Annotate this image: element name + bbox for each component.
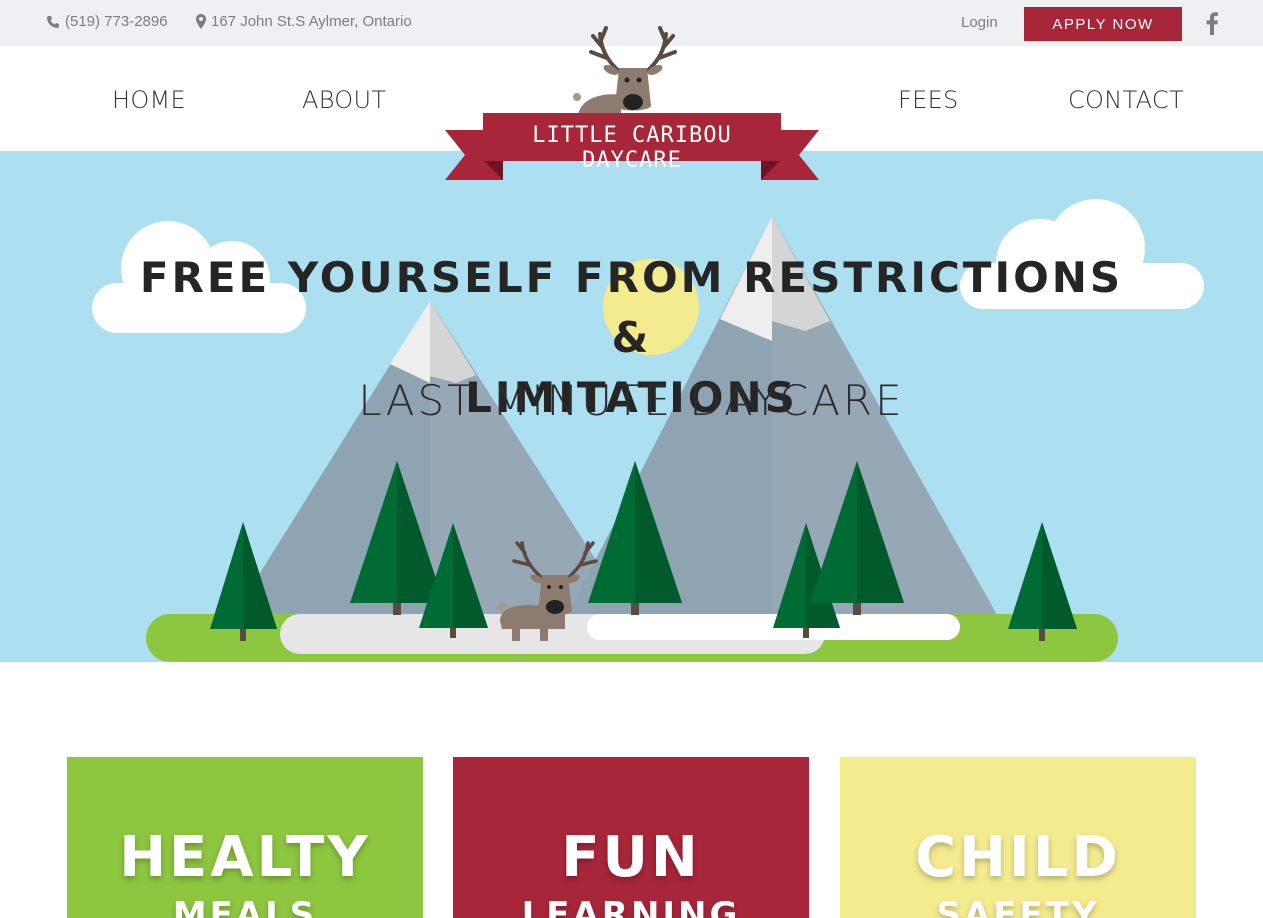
phone-contact[interactable]: (519) 773-2896 [46,13,168,30]
feature-subtitle: SAFETY [936,895,1100,918]
feature-card-meals[interactable]: HEALTY MEALS [67,757,423,918]
address-contact[interactable]: 167 John St.S Aylmer, Ontario [196,13,412,30]
nav-contact[interactable]: CONTACT [1068,86,1184,114]
logo-text: LITTLE CARIBOU DAYCARE [532,123,732,173]
feature-title: HEALTY [119,825,371,890]
nav-about[interactable]: ABOUT [302,86,386,114]
feature-title: CHILD [915,825,1121,890]
feature-card-learning[interactable]: FUN LEARNING [453,757,809,918]
hero-headline-line-1: FREE YOURSELF FROM RESTRICTIONS & [139,253,1124,362]
phone-number: (519) 773-2896 [65,13,168,30]
site-logo[interactable]: LITTLE CARIBOU DAYCARE [443,20,821,184]
phone-icon [47,15,59,28]
map-marker-icon [196,14,206,29]
hero-banner: FREE YOURSELF FROM RESTRICTIONS & LIMITA… [0,151,1263,662]
apply-now-button[interactable]: APPLY NOW [1024,7,1182,41]
feature-subtitle: MEALS [172,895,318,918]
nav-fees[interactable]: FEES [898,86,959,114]
login-link[interactable]: Login [961,14,998,31]
nav-home[interactable]: HOME [112,86,186,114]
facebook-icon[interactable] [1204,11,1220,35]
feature-card-safety[interactable]: CHILD SAFETY [840,757,1196,918]
address-text: 167 John St.S Aylmer, Ontario [211,13,412,30]
feature-title: FUN [561,825,701,890]
feature-subtitle: LEARNING [521,895,741,918]
hero-subheadline: LAST MINUTE DAYCARE [358,376,905,425]
